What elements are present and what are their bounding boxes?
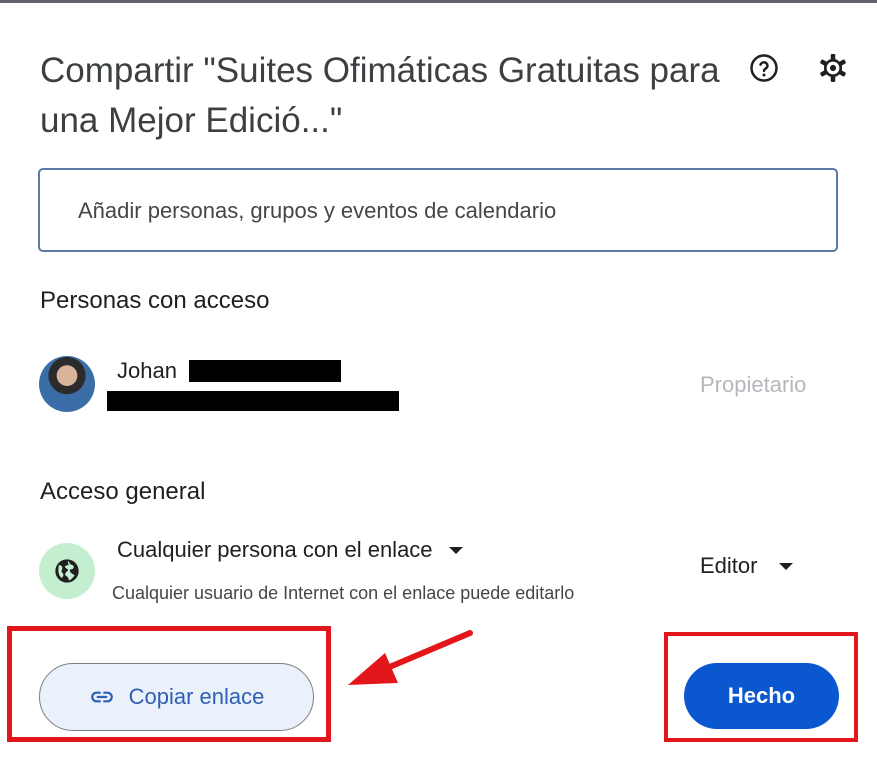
redacted-surname — [189, 360, 341, 382]
general-access-scope: Cualquier persona con el enlace — [117, 537, 433, 562]
caret-down-icon — [779, 562, 794, 570]
help-button[interactable] — [744, 48, 784, 88]
user-name: Johan — [117, 358, 177, 383]
globe-icon — [55, 559, 79, 583]
dialog-top-border — [0, 0, 877, 3]
general-access-heading: Acceso general — [40, 478, 206, 505]
dialog-title: Compartir "Suites Ofimáticas Gratuitas p… — [40, 51, 720, 140]
link-icon — [90, 691, 113, 703]
role-dropdown[interactable]: Editor — [700, 553, 794, 579]
done-label: Hecho — [727, 683, 796, 708]
general-access-description: Cualquier usuario de Internet con el enl… — [112, 583, 575, 603]
role-label: Editor — [700, 553, 758, 578]
caret-down-icon — [448, 546, 463, 554]
copy-link-button[interactable]: Copiar enlace — [39, 663, 314, 731]
add-people-field[interactable] — [38, 168, 838, 252]
general-access-dropdown[interactable]: Cualquier persona con el enlace — [117, 537, 463, 563]
annotation-arrow — [348, 630, 473, 685]
add-people-input[interactable] — [76, 190, 800, 232]
help-circle-icon — [750, 54, 778, 82]
redacted-email — [107, 391, 399, 411]
done-button[interactable]: Hecho — [684, 663, 839, 729]
avatar — [39, 356, 95, 412]
settings-button[interactable] — [813, 48, 853, 88]
people-with-access-heading: Personas con acceso — [40, 287, 270, 314]
user-role-owner: Propietario — [700, 372, 807, 397]
copy-link-label: Copiar enlace — [128, 684, 265, 709]
gear-icon — [820, 54, 846, 82]
globe-badge — [39, 543, 95, 599]
